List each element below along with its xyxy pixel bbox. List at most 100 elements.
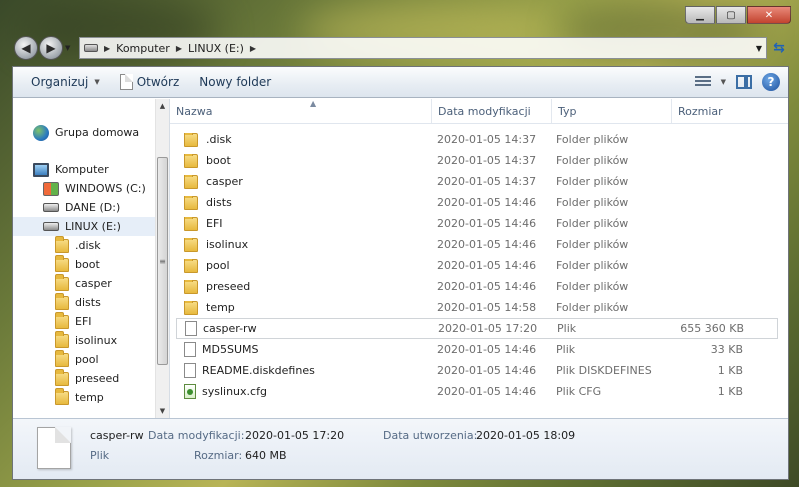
file-row[interactable]: syslinux.cfg 2020-01-05 14:46 Plik CFG 1 KB bbox=[176, 381, 778, 402]
column-header-date[interactable]: Data modyfikacji bbox=[432, 99, 552, 123]
file-row[interactable]: boot 2020-01-05 14:37 Folder plików bbox=[176, 150, 778, 171]
refresh-button[interactable]: ⇆ bbox=[767, 37, 791, 59]
file-icon bbox=[184, 342, 196, 357]
window-caption-buttons: ▁ ▢ ✕ bbox=[685, 6, 791, 24]
column-header-name[interactable]: Nazwa bbox=[170, 99, 432, 123]
scroll-up-icon[interactable]: ▲ bbox=[156, 99, 169, 113]
folder-icon bbox=[55, 330, 69, 348]
folder-icon bbox=[184, 279, 198, 294]
nav-item-dists[interactable]: dists bbox=[13, 292, 101, 312]
open-button[interactable]: Otwórz bbox=[110, 67, 190, 97]
new-folder-label: Nowy folder bbox=[199, 75, 272, 89]
file-row[interactable]: temp 2020-01-05 14:58 Folder plików bbox=[176, 297, 778, 318]
nav-item-label: casper bbox=[75, 277, 112, 290]
nav-item-label: Komputer bbox=[55, 163, 109, 176]
nav-item-temp[interactable]: temp bbox=[13, 387, 104, 407]
nav-item-pool[interactable]: pool bbox=[13, 349, 99, 369]
file-name: temp bbox=[206, 301, 235, 314]
file-row[interactable]: casper-rw 2020-01-05 17:20 Plik 655 360 KB bbox=[176, 318, 778, 339]
back-button[interactable]: ◀ bbox=[14, 36, 38, 60]
nav-item-efi[interactable]: EFI bbox=[13, 311, 92, 331]
address-history-dropdown[interactable]: ▼ bbox=[756, 44, 766, 53]
nav-item-isolinux[interactable]: isolinux bbox=[13, 330, 117, 350]
navigation-pane: Grupa domowa Komputer WINDOWS (C:) DANE (D:… bbox=[13, 99, 170, 418]
folder-icon bbox=[55, 311, 69, 329]
details-modified-label: Data modyfikacji: bbox=[148, 429, 245, 442]
nav-item-grupa-domowa[interactable]: Grupa domowa bbox=[13, 123, 139, 142]
new-folder-button[interactable]: Nowy folder bbox=[189, 67, 281, 97]
scroll-down-icon[interactable]: ▼ bbox=[156, 404, 169, 418]
file-size: 1 KB bbox=[717, 364, 743, 377]
drive-icon bbox=[43, 203, 59, 212]
close-button[interactable]: ✕ bbox=[747, 6, 791, 24]
file-name: casper bbox=[206, 175, 243, 188]
breadcrumb-chevron-icon[interactable]: ▶ bbox=[176, 44, 182, 53]
file-name-cell: isolinux bbox=[176, 237, 431, 252]
maximize-button[interactable]: ▢ bbox=[716, 6, 746, 24]
file-type: Folder plików bbox=[556, 238, 629, 251]
selected-file-icon bbox=[37, 427, 71, 469]
file-name-cell: MD5SUMS bbox=[176, 342, 431, 357]
file-row[interactable]: isolinux 2020-01-05 14:46 Folder plików bbox=[176, 234, 778, 255]
column-header-type[interactable]: Typ bbox=[552, 99, 672, 123]
file-row[interactable]: EFI 2020-01-05 14:46 Folder plików bbox=[176, 213, 778, 234]
file-name-cell: boot bbox=[176, 153, 431, 168]
view-options-dropdown[interactable]: ▼ bbox=[721, 78, 726, 86]
file-row[interactable]: casper 2020-01-05 14:37 Folder plików bbox=[176, 171, 778, 192]
nav-item-linux-e[interactable]: LINUX (E:) bbox=[13, 217, 155, 236]
forward-button[interactable]: ▶ bbox=[39, 36, 63, 60]
nav-item-boot[interactable]: boot bbox=[13, 254, 100, 274]
change-view-icon[interactable] bbox=[694, 76, 711, 88]
breadcrumb-linux-drive[interactable]: LINUX (E:) bbox=[188, 42, 244, 55]
folder-icon bbox=[55, 387, 69, 405]
breadcrumb-chevron-icon[interactable]: ▶ bbox=[104, 44, 110, 53]
file-row[interactable]: dists 2020-01-05 14:46 Folder plików bbox=[176, 192, 778, 213]
file-type: Folder plików bbox=[556, 175, 629, 188]
address-bar[interactable]: ▶ Komputer ▶ LINUX (E:) ▶ ▼ bbox=[79, 37, 767, 59]
breadcrumb-computer[interactable]: Komputer bbox=[116, 42, 170, 55]
file-date: 2020-01-05 14:46 bbox=[437, 343, 537, 356]
file-date: 2020-01-05 14:46 bbox=[437, 280, 537, 293]
scrollbar-thumb[interactable]: ≡ bbox=[157, 157, 168, 365]
nav-item-komputer[interactable]: Komputer bbox=[13, 160, 109, 179]
navigation-scrollbar[interactable]: ▲ ≡ ▼ bbox=[155, 99, 169, 418]
recent-pages-dropdown[interactable]: ▼ bbox=[65, 44, 75, 52]
nav-item-preseed[interactable]: preseed bbox=[13, 368, 119, 388]
folder-icon bbox=[184, 153, 198, 168]
organize-button[interactable]: Organizuj ▼ bbox=[21, 67, 110, 97]
nav-item-label: .disk bbox=[75, 239, 101, 252]
minimize-icon: ▁ bbox=[696, 9, 704, 21]
file-date: 2020-01-05 14:37 bbox=[437, 154, 537, 167]
file-name: .disk bbox=[206, 133, 232, 146]
details-modified-value: 2020-01-05 17:20 bbox=[245, 429, 345, 442]
nav-item-label: DANE (D:) bbox=[65, 201, 121, 214]
file-row[interactable]: README.diskdefines 2020-01-05 14:46 Plik D… bbox=[176, 360, 778, 381]
breadcrumb-chevron-icon[interactable]: ▶ bbox=[250, 44, 256, 53]
minimize-button[interactable]: ▁ bbox=[685, 6, 715, 24]
open-label: Otwórz bbox=[136, 75, 180, 89]
back-arrow-icon: ◀ bbox=[21, 41, 31, 55]
nav-item-casper[interactable]: casper bbox=[13, 273, 112, 293]
nav-item-dane-d[interactable]: DANE (D:) bbox=[13, 198, 120, 217]
nav-item-disk[interactable]: .disk bbox=[13, 235, 101, 255]
preview-pane-icon[interactable] bbox=[736, 75, 752, 89]
details-file-name: casper-rw bbox=[90, 429, 144, 442]
help-icon[interactable]: ? bbox=[762, 73, 780, 91]
folder-icon bbox=[184, 237, 198, 252]
nav-item-windows-c[interactable]: WINDOWS (C:) bbox=[13, 179, 146, 198]
file-row[interactable]: .disk 2020-01-05 14:37 Folder plików bbox=[176, 129, 778, 150]
nav-item-label: EFI bbox=[75, 315, 92, 328]
file-name-cell: EFI bbox=[176, 216, 431, 231]
close-icon: ✕ bbox=[764, 9, 774, 21]
file-row[interactable]: pool 2020-01-05 14:46 Folder plików bbox=[176, 255, 778, 276]
file-row[interactable]: preseed 2020-01-05 14:46 Folder plików bbox=[176, 276, 778, 297]
file-type: Plik DISKDEFINES bbox=[556, 364, 652, 377]
nav-item-label: LINUX (E:) bbox=[65, 220, 121, 233]
column-header-size[interactable]: Rozmiar bbox=[672, 99, 748, 123]
details-file-type: Plik bbox=[90, 449, 110, 462]
file-type: Folder plików bbox=[556, 196, 629, 209]
cfg-file-icon bbox=[184, 384, 196, 399]
folder-icon bbox=[55, 292, 69, 310]
column-headers: ▲ Nazwa Data modyfikacji Typ Rozmiar bbox=[170, 99, 788, 124]
file-row[interactable]: MD5SUMS 2020-01-05 14:46 Plik 33 KB bbox=[176, 339, 778, 360]
